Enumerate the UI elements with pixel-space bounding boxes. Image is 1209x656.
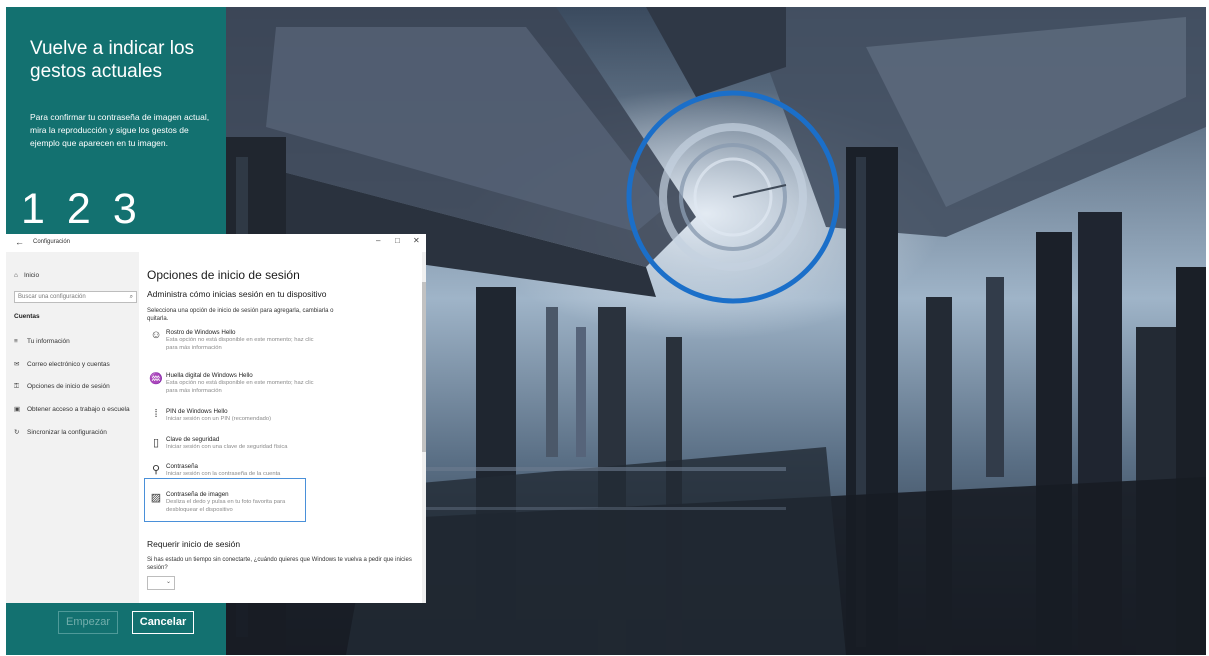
sidebar-item-email[interactable]: ✉ Correo electrónico y cuentas xyxy=(14,360,110,368)
sidebar-item-label: Obtener acceso a trabajo o escuela xyxy=(27,406,130,413)
settings-window: ← Configuración – □ ✕ ⌂ Inicio Buscar una… xyxy=(6,234,426,603)
require-signin-dropdown[interactable]: ⌄ xyxy=(147,576,175,590)
picture-password-screen: Vuelve a indicar los gestos actuales Par… xyxy=(6,7,1206,655)
security-key-icon: ▯ xyxy=(152,437,160,449)
panel-description: Para confirmar tu contraseña de imagen a… xyxy=(30,112,210,148)
scrollbar[interactable] xyxy=(422,252,426,603)
chevron-down-icon: ⌄ xyxy=(165,579,171,585)
maximize-icon[interactable]: □ xyxy=(395,236,400,245)
step-3: 3 xyxy=(112,185,137,233)
pin-keypad-icon: ⁞ xyxy=(154,408,158,420)
option-desc: Iniciar sesión con una clave de segurida… xyxy=(166,444,288,450)
option-title: Contraseña de imagen xyxy=(166,491,229,498)
scrollbar-thumb[interactable] xyxy=(422,282,426,452)
password-key-icon: ⚲ xyxy=(151,464,161,476)
section-subtitle: Administra cómo inicias sesión en tu dis… xyxy=(147,289,327,299)
search-input[interactable]: Buscar una configuración ⌕ xyxy=(14,291,137,303)
sidebar-item-label: Sincronizar la configuración xyxy=(27,429,107,436)
step-1: 1 xyxy=(21,185,45,233)
option-desc: Iniciar sesión con un PIN (recomendado) xyxy=(166,416,272,422)
sidebar-item-sync[interactable]: ↻ Sincronizar la configuración xyxy=(14,428,107,436)
minimize-icon[interactable]: – xyxy=(376,236,380,245)
search-icon: ⌕ xyxy=(129,294,133,300)
panel-title: Vuelve a indicar los gestos actuales xyxy=(30,38,195,82)
settings-content: Opciones de inicio de sesión Administra … xyxy=(144,252,412,603)
briefcase-icon: ▣ xyxy=(14,406,21,413)
sidebar-item-label: Tu información xyxy=(27,338,70,345)
intro-text: Selecciona una opción de inicio de sesió… xyxy=(147,308,334,322)
start-button[interactable]: Empezar xyxy=(58,611,118,634)
sidebar-item-label: Opciones de inicio de sesión xyxy=(27,383,110,390)
settings-sidebar: ⌂ Inicio Buscar una configuración ⌕ Cuent… xyxy=(6,252,139,603)
mail-icon: ✉ xyxy=(14,361,20,368)
close-icon[interactable]: ✕ xyxy=(413,236,420,245)
sidebar-item-work-access[interactable]: ▣ Obtener acceso a trabajo o escuela xyxy=(14,405,130,413)
option-desc: Esta opción no está disponible en este m… xyxy=(166,337,314,351)
person-list-icon: ≡ xyxy=(14,338,18,345)
require-signin-text: Si has estado un tiempo sin conectarte, … xyxy=(147,557,412,571)
search-placeholder: Buscar una configuración xyxy=(18,294,86,300)
option-desc: Esta opción no está disponible en este m… xyxy=(166,380,314,394)
page-title: Opciones de inicio de sesión xyxy=(147,268,300,282)
option-title: Clave de seguridad xyxy=(166,436,220,443)
option-title: Contraseña xyxy=(166,463,198,470)
step-2: 2 xyxy=(66,185,91,233)
sidebar-item-label: Correo electrónico y cuentas xyxy=(27,361,110,368)
home-icon: ⌂ xyxy=(14,272,18,279)
option-title: PIN de Windows Hello xyxy=(166,408,228,415)
back-arrow-icon[interactable]: ← xyxy=(15,237,24,247)
require-signin-title: Requerir inicio de sesión xyxy=(147,539,241,549)
sidebar-item-your-info[interactable]: ≡ Tu información xyxy=(14,338,70,345)
gesture-steps: 123 xyxy=(21,185,159,233)
sidebar-section-title: Cuentas xyxy=(14,313,40,320)
cancel-button[interactable]: Cancelar xyxy=(132,611,194,634)
picture-icon: ▨ xyxy=(150,492,162,504)
key-icon: ⚿ xyxy=(14,383,19,390)
title-bar: ← Configuración – □ ✕ xyxy=(6,234,426,252)
option-title: Rostro de Windows Hello xyxy=(166,329,236,336)
window-title: Configuración xyxy=(33,239,71,245)
home-label: Inicio xyxy=(23,272,40,279)
face-icon: ☺ xyxy=(150,329,162,341)
sidebar-item-signin-options[interactable]: ⚿ Opciones de inicio de sesión xyxy=(14,383,110,391)
fingerprint-icon: ♒ xyxy=(149,373,163,385)
option-desc: Desliza el dedo y pulsa en tu foto favor… xyxy=(166,499,286,513)
sync-icon: ↻ xyxy=(14,429,20,436)
sidebar-item-home[interactable]: ⌂ Inicio xyxy=(14,272,39,279)
option-title: Huella digital de Windows Hello xyxy=(166,372,253,379)
